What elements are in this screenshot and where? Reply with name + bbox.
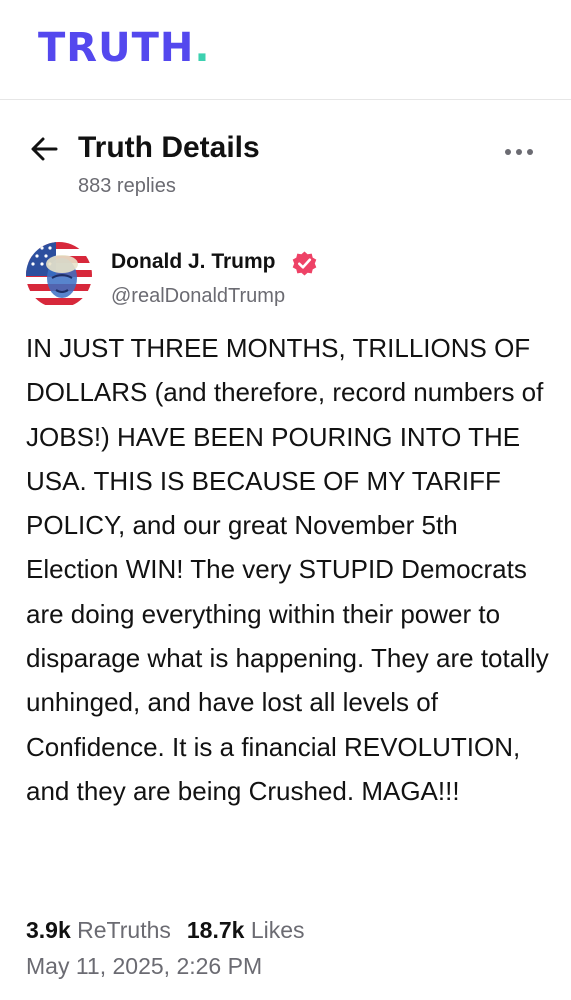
replies-count: 883 replies xyxy=(78,175,176,197)
post-text: IN JUST THREE MONTHS, TRILLIONS OF DOLLA… xyxy=(26,333,549,806)
likes-label: Likes xyxy=(250,917,305,943)
post-stats: 3.9k ReTruths 18.7k Likes xyxy=(26,914,305,946)
back-button[interactable] xyxy=(28,132,62,166)
avatar-image xyxy=(26,242,92,308)
avatar[interactable] xyxy=(26,242,92,308)
retruths-label: ReTruths xyxy=(77,917,171,943)
logo-text: TRUTH xyxy=(38,25,195,71)
more-horizontal-icon xyxy=(505,149,533,155)
retruths-count: 3.9k xyxy=(26,917,71,943)
author-handle[interactable]: @realDonaldTrump xyxy=(111,282,285,310)
likes-link[interactable]: 18.7k Likes xyxy=(187,917,305,943)
logo-dot: . xyxy=(194,25,211,71)
page-title: Truth Details xyxy=(78,131,260,164)
post-timestamp: May 11, 2025, 2:26 PM xyxy=(26,953,263,979)
author-name[interactable]: Donald J. Trump xyxy=(111,248,276,276)
likes-count: 18.7k xyxy=(186,917,245,943)
retruths-link[interactable]: 3.9k ReTruths xyxy=(26,917,171,943)
more-options-button[interactable] xyxy=(500,140,540,164)
arrow-left-icon xyxy=(31,137,58,161)
verified-badge-icon xyxy=(291,250,318,277)
truth-logo[interactable]: TRUTH. xyxy=(38,24,211,72)
top-bar: TRUTH. xyxy=(0,0,571,100)
